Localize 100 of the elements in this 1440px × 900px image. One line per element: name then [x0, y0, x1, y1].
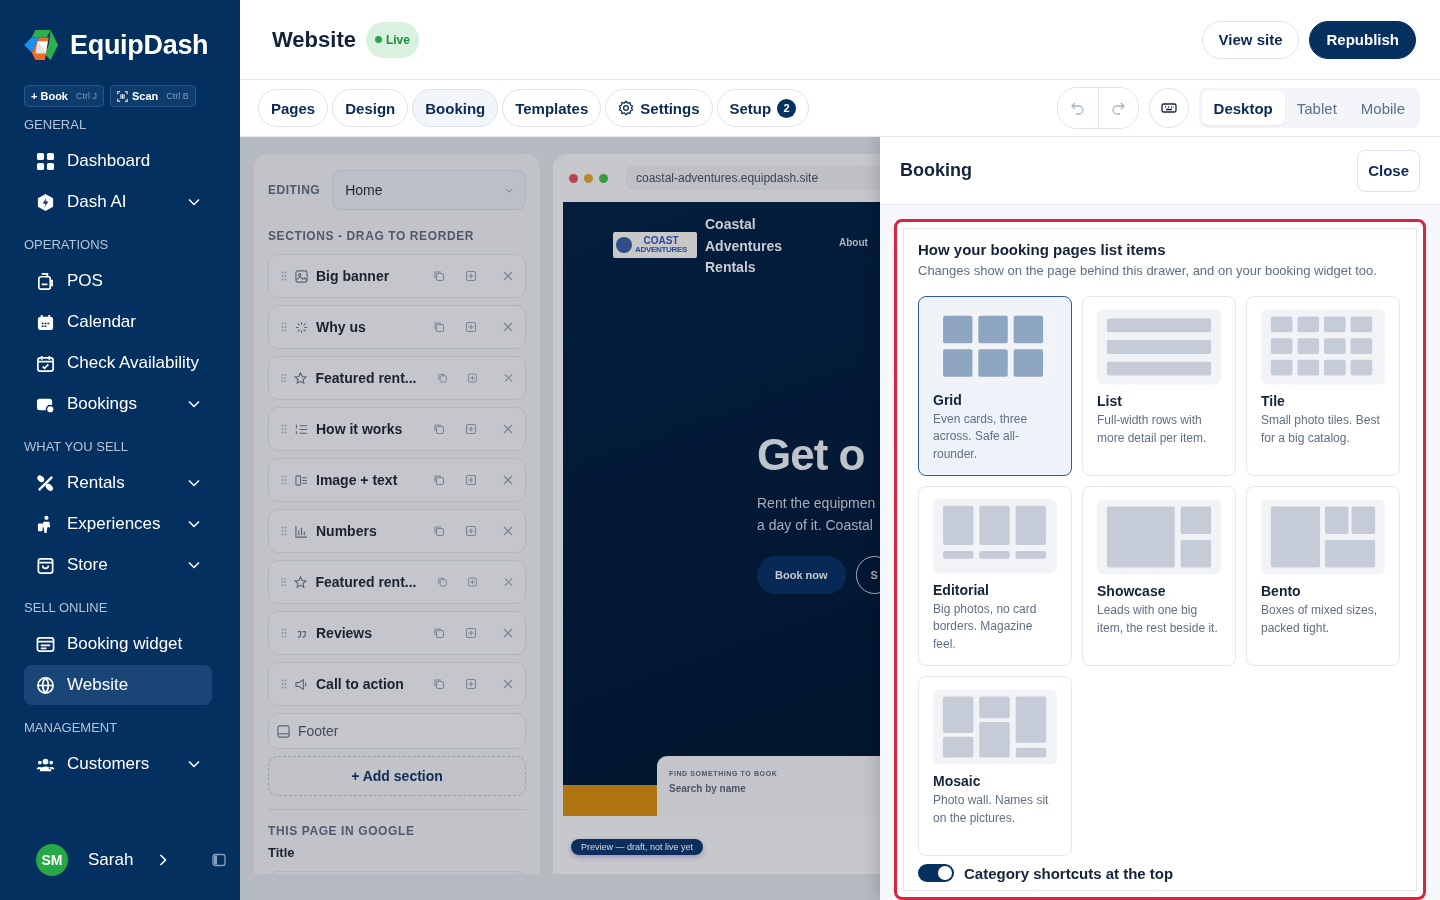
layout-option[interactable]: Bento Boxes of mixed sizes, packed tight.: [1246, 486, 1400, 666]
add-icon[interactable]: [465, 270, 477, 282]
chevron-down-icon[interactable]: [188, 479, 200, 487]
section-row[interactable]: Numbers: [268, 509, 526, 553]
add-icon[interactable]: [465, 627, 477, 639]
device-tab[interactable]: Desktop: [1201, 91, 1285, 125]
calendar-check-icon: [36, 353, 55, 373]
drag-handle-icon[interactable]: [281, 475, 287, 485]
tab[interactable]: Pages: [258, 89, 329, 127]
section-row[interactable]: Featured rent...: [268, 356, 526, 400]
quick-action-button[interactable]: + Book Ctrl J: [24, 85, 104, 107]
add-icon[interactable]: [465, 474, 477, 486]
add-section-button[interactable]: + Add section: [268, 756, 526, 796]
nav-item[interactable]: Bookings: [24, 384, 212, 424]
drag-handle-icon[interactable]: [281, 271, 287, 281]
nav-item[interactable]: Calendar: [24, 302, 212, 342]
toggle-switch[interactable]: [918, 864, 954, 882]
chevron-right-icon[interactable]: [159, 854, 168, 866]
nav-item[interactable]: Customers: [24, 744, 212, 784]
drag-handle-icon[interactable]: [281, 577, 287, 587]
nav-item[interactable]: Experiences: [24, 504, 212, 544]
duplicate-icon[interactable]: [433, 423, 445, 435]
republish-button[interactable]: Republish: [1309, 20, 1416, 59]
close-icon[interactable]: [503, 271, 513, 281]
duplicate-icon[interactable]: [433, 270, 445, 282]
tab[interactable]: Setup 2: [716, 89, 810, 127]
section-row[interactable]: Call to action: [268, 662, 526, 706]
layout-option[interactable]: Editorial Big photos, no card borders. Magazine feel.: [918, 486, 1072, 666]
tab[interactable]: Settings: [605, 89, 713, 127]
hero-button[interactable]: Book now: [757, 556, 846, 594]
chevron-down-icon[interactable]: [188, 198, 200, 206]
layout-option[interactable]: Grid Even cards, three across. Safe all-rounder.: [918, 296, 1072, 476]
drag-handle-icon[interactable]: [281, 526, 287, 536]
add-icon[interactable]: [465, 321, 477, 333]
close-icon[interactable]: [503, 424, 513, 434]
sidebar-collapse-icon[interactable]: [212, 853, 226, 867]
page-select[interactable]: Home: [332, 170, 526, 210]
drag-handle-icon[interactable]: [281, 373, 287, 383]
nav-item[interactable]: Dash AI: [24, 182, 212, 222]
nav-item[interactable]: Booking widget: [24, 624, 212, 664]
user-name[interactable]: Sarah: [88, 850, 134, 870]
close-icon[interactable]: [503, 679, 513, 689]
card-title: How your booking pages list items: [918, 241, 1167, 258]
section-row[interactable]: Image + text: [268, 458, 526, 502]
drag-handle-icon[interactable]: [281, 322, 287, 332]
duplicate-icon[interactable]: [433, 321, 445, 333]
duplicate-icon[interactable]: [436, 576, 448, 588]
section-row[interactable]: Reviews: [268, 611, 526, 655]
site-nav-link[interactable]: About: [839, 237, 868, 248]
tab[interactable]: Booking: [412, 89, 499, 127]
drag-handle-icon[interactable]: [281, 679, 287, 689]
nav-item[interactable]: Dashboard: [24, 141, 212, 181]
close-icon[interactable]: [503, 628, 513, 638]
section-row[interactable]: How it works: [268, 407, 526, 451]
device-tab[interactable]: Mobile: [1348, 91, 1417, 125]
add-icon[interactable]: [467, 372, 478, 384]
nav-item[interactable]: POS: [24, 261, 212, 301]
close-icon[interactable]: [504, 373, 513, 383]
tab[interactable]: Design: [332, 89, 409, 127]
drag-handle-icon[interactable]: [281, 424, 287, 434]
grid-icon: [36, 151, 55, 171]
footer-icon: [277, 724, 290, 738]
layout-option[interactable]: Mosaic Photo wall. Names sit on the pictures.: [918, 676, 1072, 856]
keyboard-button[interactable]: [1148, 88, 1189, 128]
chevron-down-icon[interactable]: [188, 760, 200, 768]
duplicate-icon[interactable]: [433, 525, 445, 537]
close-icon[interactable]: [503, 526, 513, 536]
nav-item[interactable]: Website: [24, 665, 212, 705]
drag-handle-icon[interactable]: [281, 628, 287, 638]
duplicate-icon[interactable]: [433, 678, 445, 690]
layout-option[interactable]: List Full-width rows with more detail per item.: [1082, 296, 1236, 476]
close-icon[interactable]: [504, 577, 513, 587]
add-icon[interactable]: [465, 423, 477, 435]
section-row[interactable]: Why us: [268, 305, 526, 349]
view-site-button[interactable]: View site: [1201, 20, 1300, 59]
chevron-down-icon[interactable]: [188, 520, 200, 528]
close-icon[interactable]: [503, 322, 513, 332]
nav-item[interactable]: Store: [24, 545, 212, 585]
chevron-down-icon[interactable]: [188, 400, 200, 408]
nav-item[interactable]: Rentals: [24, 463, 212, 503]
duplicate-icon[interactable]: [436, 372, 448, 384]
layout-option[interactable]: Showcase Leads with one big item, the rest beside it.: [1082, 486, 1236, 666]
redo-button[interactable]: [1097, 88, 1138, 128]
bar-chart-icon: [295, 524, 308, 538]
device-tab[interactable]: Tablet: [1284, 91, 1349, 125]
add-icon[interactable]: [465, 525, 477, 537]
add-icon[interactable]: [467, 576, 478, 588]
duplicate-icon[interactable]: [433, 627, 445, 639]
nav-item[interactable]: Check Availability: [24, 343, 212, 383]
section-row[interactable]: Featured rent...: [268, 560, 526, 604]
chevron-down-icon[interactable]: [188, 561, 200, 569]
close-icon[interactable]: [503, 475, 513, 485]
quick-action-button[interactable]: Scan Ctrl B: [110, 85, 196, 107]
close-button[interactable]: Close: [1357, 149, 1420, 192]
add-icon[interactable]: [465, 678, 477, 690]
layout-name: List: [1097, 393, 1122, 409]
tab[interactable]: Templates: [502, 89, 602, 127]
section-row[interactable]: Big banner: [268, 254, 526, 298]
duplicate-icon[interactable]: [433, 474, 445, 486]
layout-option[interactable]: Tile Small photo tiles. Best for a big catalog.: [1246, 296, 1400, 476]
